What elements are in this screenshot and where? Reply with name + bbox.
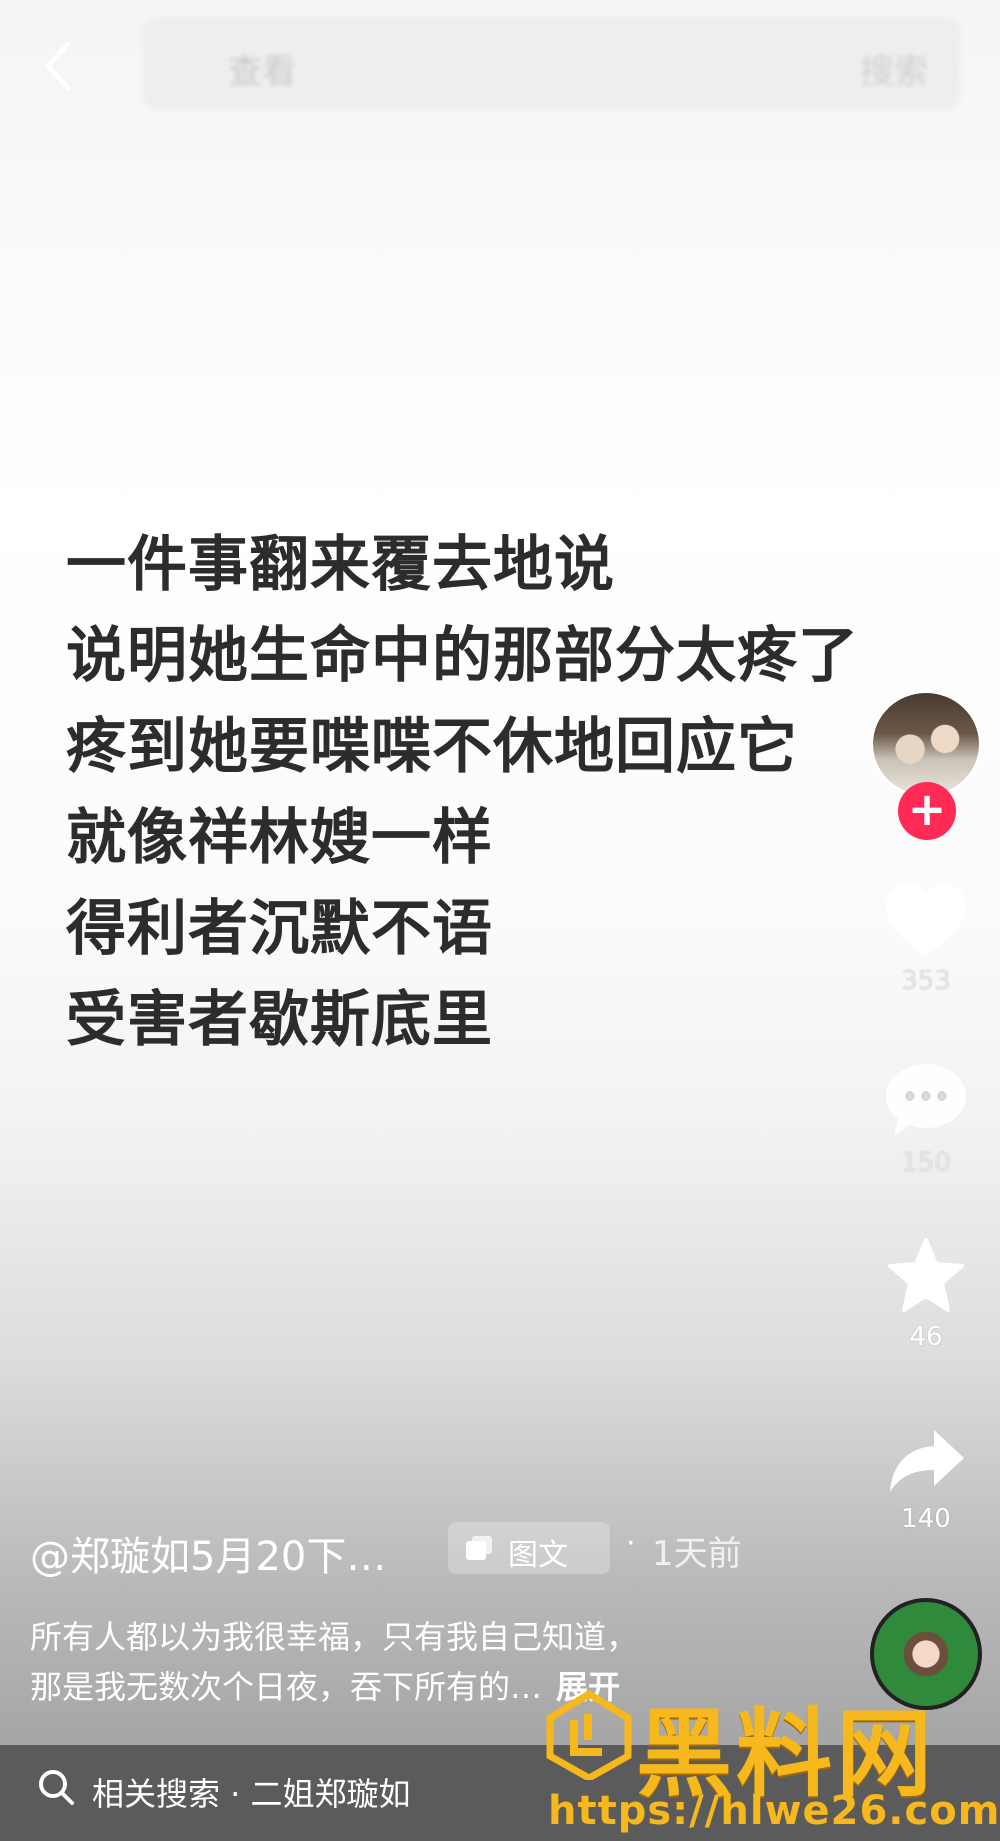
separator: · [626, 1526, 636, 1561]
watermark-url: https://hlwe26.com [548, 1788, 1000, 1834]
comment-button[interactable]: 150 [866, 1058, 986, 1178]
share-button[interactable]: 140 [866, 1426, 986, 1534]
poem-line: 就像祥林嫂一样 [66, 803, 493, 873]
description-line: 所有人都以为我很幸福，只有我自己知道， [30, 1618, 639, 1656]
like-button[interactable]: 353 [866, 880, 986, 996]
poem-line: 得利者沉默不语 [66, 894, 493, 964]
post-type-tag: 图文 [448, 1522, 610, 1574]
poem-line: 一件事翻来覆去地说 [66, 530, 615, 600]
post-text: 一件事翻来覆去地说 说明她生命中的那部分太疼了 疼到她要喋喋不休地回应它 就像祥… [66, 520, 886, 1066]
star-icon [888, 1238, 964, 1312]
post-meta: @郑璇如5月20下… 图文 · 1天前 [30, 1520, 830, 1580]
like-count: 353 [901, 966, 951, 996]
post-type-label: 图文 [508, 1538, 568, 1573]
post-time: 1天前 [652, 1534, 742, 1574]
chevron-left-icon [45, 41, 71, 91]
follow-button[interactable]: + [898, 782, 956, 840]
comment-count: 150 [901, 1148, 951, 1178]
favorite-count: 46 [909, 1322, 943, 1352]
back-button[interactable] [38, 38, 82, 94]
poem-line: 受害者歇斯底里 [66, 985, 493, 1055]
author-name[interactable]: @郑璇如5月20下… [30, 1524, 386, 1582]
search-icon [39, 1770, 74, 1805]
favorite-button[interactable]: 46 [866, 1236, 986, 1352]
poem-line: 说明她生命中的那部分太疼了 [66, 621, 859, 691]
search-input[interactable]: 查看 搜索 [143, 18, 960, 110]
share-count: 140 [901, 1504, 951, 1534]
description-line: 那是我无数次个日夜，吞下所有的… [30, 1668, 543, 1706]
comment-icon [886, 1064, 966, 1136]
heart-icon [886, 884, 966, 956]
top-bar: 查看 搜索 [0, 0, 1000, 130]
watermark: 黑料网 https://hlwe26.com [540, 1672, 1000, 1841]
watermark-logo-icon [546, 1690, 632, 1780]
gallery-icon [466, 1536, 492, 1560]
search-placeholder: 查看 [228, 52, 296, 92]
poem-line: 疼到她要喋喋不休地回应它 [66, 712, 798, 782]
search-button[interactable]: 搜索 [860, 44, 928, 93]
related-search-text: 相关搜索 · 二姐郑璇如 [92, 1775, 411, 1813]
share-icon [890, 1430, 964, 1492]
